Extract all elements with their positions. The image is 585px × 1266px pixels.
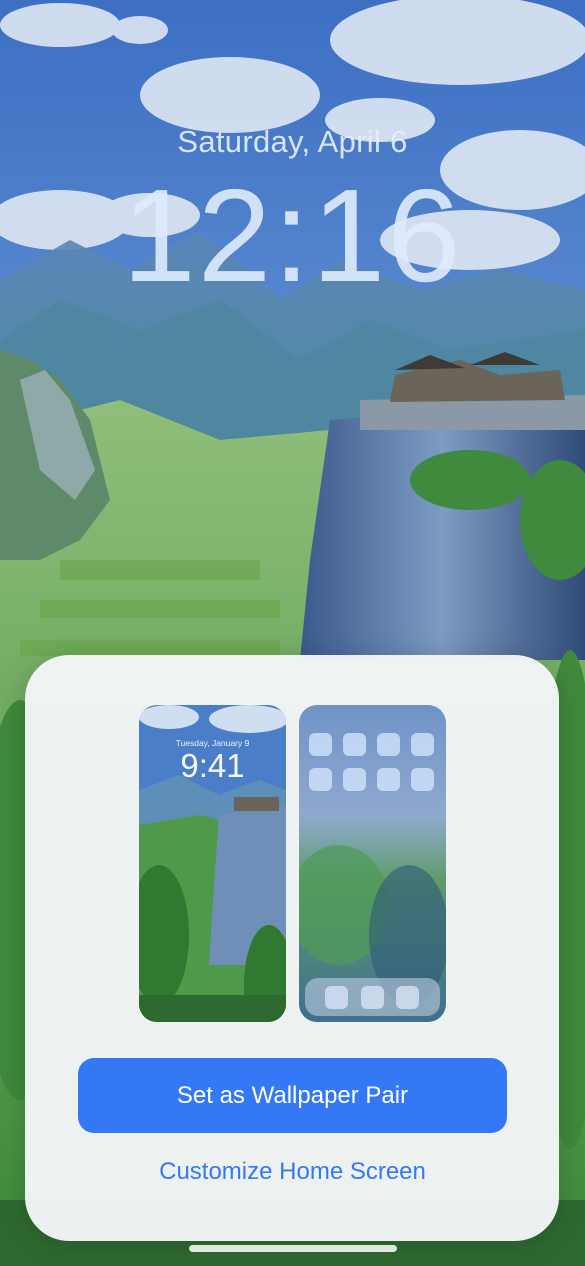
lock-screen: Saturday, April 6 12:16 Tuesday, January… bbox=[0, 0, 585, 1266]
home-preview-dock bbox=[305, 978, 440, 1016]
home-indicator[interactable] bbox=[189, 1245, 397, 1252]
wallpaper-pair-sheet: Tuesday, January 9 9:41 Set as Wallpaper… bbox=[25, 655, 559, 1241]
app-icon bbox=[343, 768, 366, 791]
customize-home-screen-button[interactable]: Customize Home Screen bbox=[78, 1152, 507, 1192]
lock-screen-date: Saturday, April 6 bbox=[177, 124, 408, 159]
home-screen-preview[interactable] bbox=[299, 705, 446, 1022]
lock-screen-time: 12:16 bbox=[122, 162, 463, 309]
app-icon bbox=[377, 768, 400, 791]
app-icon bbox=[411, 768, 434, 791]
app-icon bbox=[309, 733, 332, 756]
dock-app-icon bbox=[325, 986, 348, 1009]
app-icon bbox=[377, 733, 400, 756]
app-icon bbox=[411, 733, 434, 756]
set-as-wallpaper-pair-button[interactable]: Set as Wallpaper Pair bbox=[78, 1058, 507, 1133]
dock-app-icon bbox=[396, 986, 419, 1009]
dock-app-icon bbox=[361, 986, 384, 1009]
lock-screen-preview[interactable]: Tuesday, January 9 9:41 bbox=[139, 705, 286, 1022]
app-icon bbox=[343, 733, 366, 756]
app-icon bbox=[309, 768, 332, 791]
lock-preview-time: 9:41 bbox=[180, 747, 245, 784]
